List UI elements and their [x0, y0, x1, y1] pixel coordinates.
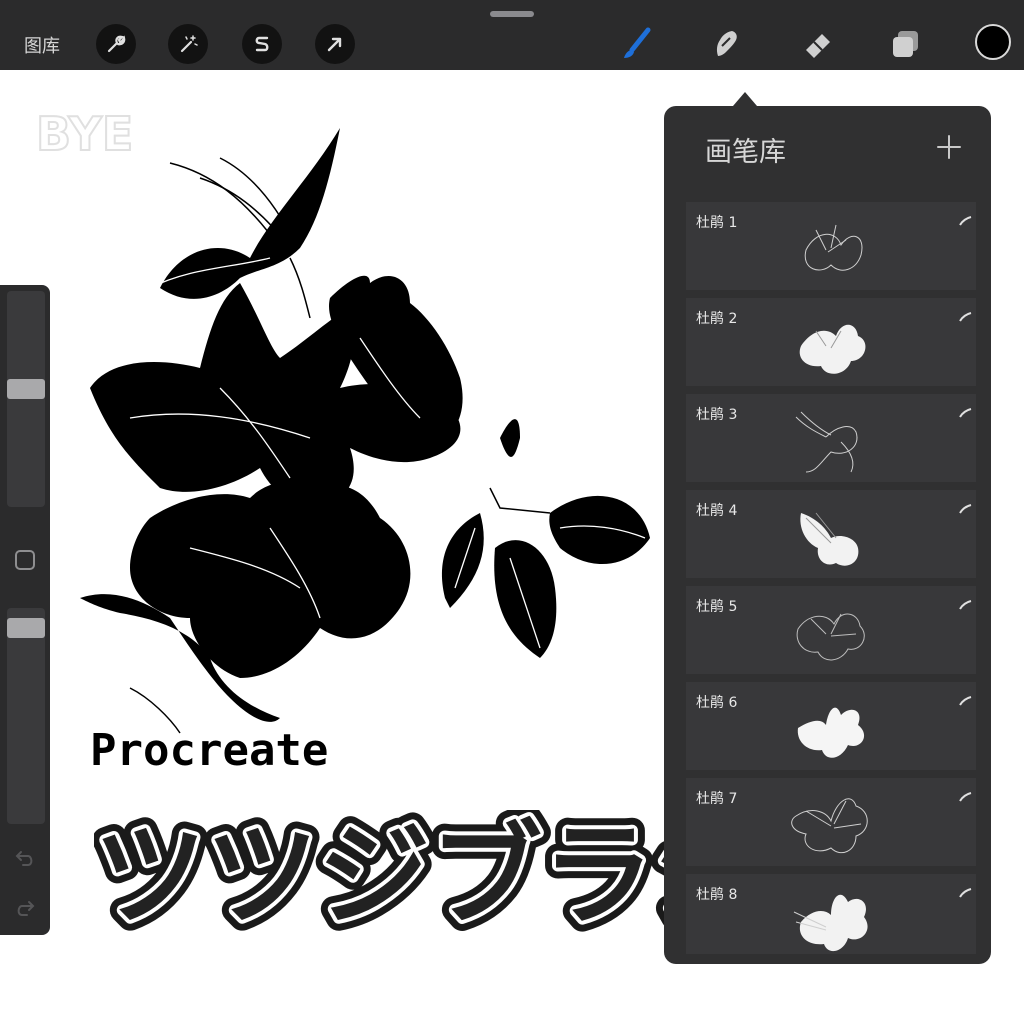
- brush-stroke-preview: [797, 707, 865, 758]
- brush-badge-icon: [959, 408, 972, 418]
- brush-item[interactable]: 杜鹃 5: [686, 586, 976, 674]
- wrench-icon[interactable]: [96, 24, 136, 64]
- arrow-move-icon[interactable]: [315, 24, 355, 64]
- drag-handle[interactable]: [490, 11, 534, 17]
- magic-wand-icon[interactable]: [168, 24, 208, 64]
- brush-stroke-preview: [796, 613, 865, 661]
- brush-badge-icon: [959, 792, 972, 802]
- top-toolbar: 图库: [0, 0, 1024, 70]
- brush-badge-icon: [959, 504, 972, 514]
- smudge-icon[interactable]: [706, 24, 746, 64]
- brush-size-slider-thumb[interactable]: [7, 379, 45, 400]
- brush-item[interactable]: 杜鹃 4: [686, 490, 976, 578]
- undo-icon[interactable]: [13, 847, 37, 871]
- eraser-icon[interactable]: [798, 24, 838, 64]
- redo-icon[interactable]: [13, 897, 37, 921]
- layers-icon[interactable]: [886, 24, 926, 64]
- opacity-slider-thumb[interactable]: [7, 617, 45, 638]
- brush-library-panel: 画笔库 杜鹃 1 杜鹃 2 杜鹃 3 杜鹃 4 杜鹃 5 杜鹃 6 杜鹃 7 杜…: [664, 106, 991, 964]
- left-sidebar: [0, 285, 50, 935]
- modifier-button[interactable]: [15, 550, 35, 570]
- brush-list[interactable]: 杜鹃 1 杜鹃 2 杜鹃 3 杜鹃 4 杜鹃 5 杜鹃 6 杜鹃 7 杜鹃 8: [686, 194, 982, 954]
- color-picker-button[interactable]: [975, 24, 1011, 60]
- procreate-label: Procreate: [90, 725, 329, 776]
- brush-badge-icon: [959, 312, 972, 322]
- panel-title: 画笔库: [705, 137, 786, 168]
- brush-stroke-preview: [791, 798, 868, 854]
- opacity-slider[interactable]: [7, 608, 45, 824]
- brush-stroke-preview: [804, 224, 863, 271]
- brush-stroke-preview: [799, 324, 866, 374]
- brush-icon[interactable]: [618, 24, 658, 64]
- brush-item[interactable]: 杜鹃 7: [686, 778, 976, 866]
- selection-s-icon[interactable]: [242, 24, 282, 64]
- brush-item[interactable]: 杜鹃 3: [686, 394, 976, 482]
- brush-stroke-preview: [793, 894, 868, 952]
- brush-item[interactable]: 杜鹃 2: [686, 298, 976, 386]
- brush-badge-icon: [959, 216, 972, 226]
- brush-stroke-preview: [795, 411, 858, 473]
- brush-badge-icon: [959, 696, 972, 706]
- add-brush-icon[interactable]: [934, 132, 964, 162]
- azalea-artwork: [80, 128, 650, 734]
- gallery-button[interactable]: 图库: [24, 32, 60, 58]
- panel-pointer: [733, 92, 757, 106]
- brush-badge-icon: [959, 888, 972, 898]
- brush-stroke-preview: [800, 512, 859, 566]
- brush-badge-icon: [959, 600, 972, 610]
- brush-item[interactable]: 杜鹃 6: [686, 682, 976, 770]
- brush-item[interactable]: 杜鹃 1: [686, 202, 976, 290]
- brush-item[interactable]: 杜鹃 8: [686, 874, 976, 954]
